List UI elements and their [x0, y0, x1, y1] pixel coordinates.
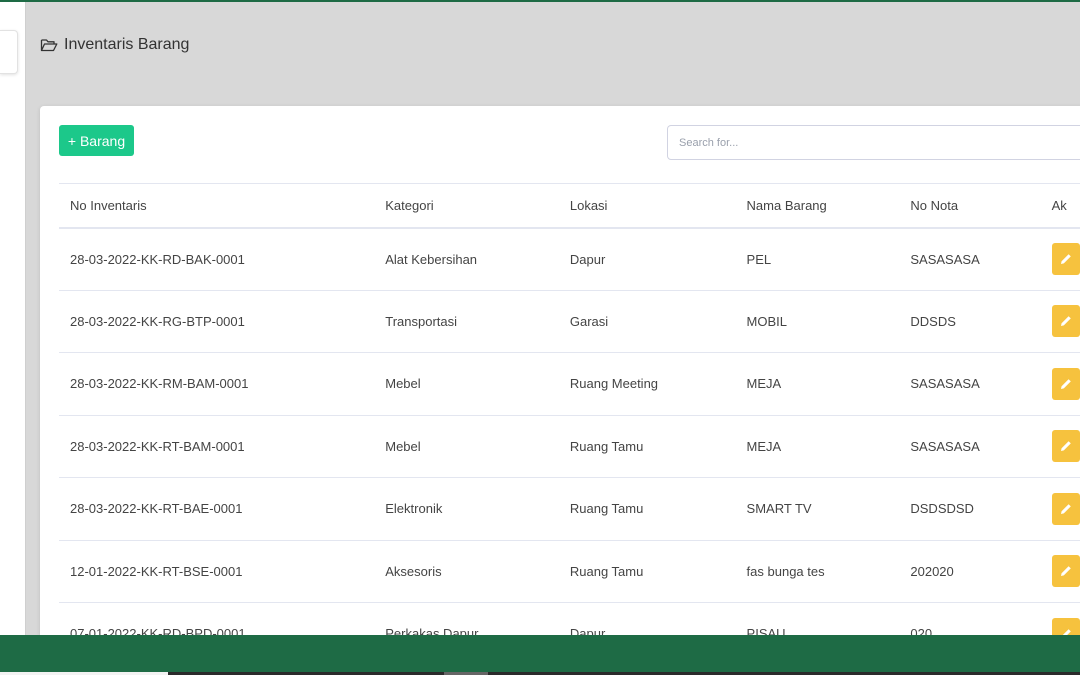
- add-barang-button[interactable]: + Barang: [59, 125, 134, 156]
- cell-lokasi: Ruang Tamu: [569, 563, 644, 579]
- cell-no-inventaris: 28-03-2022-KK-RT-BAE-0001: [70, 501, 243, 517]
- column-header-aksi[interactable]: Ak: [1041, 184, 1080, 228]
- pencil-icon: [1060, 378, 1071, 389]
- inventory-card: + Barang No Inventaris Kategori Lokasi N…: [40, 106, 1080, 646]
- cell-no-inventaris: 28-03-2022-KK-RM-BAM-0001: [70, 376, 249, 392]
- cell-kategori: Transportasi: [385, 313, 458, 329]
- cell-no-nota: 202020: [910, 563, 954, 579]
- footer-bar: [0, 635, 1080, 672]
- cell-aksi: [1041, 540, 1080, 603]
- pencil-icon: [1060, 254, 1071, 264]
- column-header-lokasi[interactable]: Lokasi: [559, 184, 736, 228]
- search-input[interactable]: [667, 125, 1080, 160]
- cell-no-nota: DDSDS: [910, 313, 956, 329]
- cell-aksi: [1041, 478, 1080, 541]
- cell-nama-barang: fas bunga tes: [746, 563, 825, 579]
- top-accent-line: [0, 0, 1080, 2]
- column-header-nama-barang[interactable]: Nama Barang: [736, 184, 900, 228]
- pencil-icon: [1060, 503, 1071, 514]
- edit-button[interactable]: [1051, 243, 1080, 275]
- cell-aksi: [1041, 228, 1080, 291]
- edit-button[interactable]: [1051, 492, 1080, 525]
- cell-kategori: Alat Kebersihan: [385, 251, 478, 267]
- table-row: 28-03-2022-KK-RD-BAK-0001 Alat Kebersihan…: [59, 228, 1080, 291]
- cell-nama-barang: MEJA: [746, 376, 782, 392]
- edit-button[interactable]: [1051, 430, 1080, 463]
- pencil-icon: [1060, 316, 1071, 327]
- cell-aksi: [1041, 290, 1080, 353]
- edit-button[interactable]: [1051, 305, 1080, 338]
- sidebar-toggle[interactable]: [0, 30, 18, 74]
- cell-no-nota: DSDSDSD: [910, 501, 974, 517]
- pencil-icon: [1060, 566, 1071, 577]
- cell-lokasi: Ruang Tamu: [569, 501, 644, 517]
- cell-lokasi: Dapur: [569, 251, 606, 267]
- cell-no-nota: SASASASA: [910, 251, 980, 267]
- cell-no-inventaris: 28-03-2022-KK-RG-BTP-0001: [70, 313, 245, 329]
- cell-lokasi: Ruang Tamu: [569, 438, 644, 454]
- table-row: 28-03-2022-KK-RT-BAM-0001 Mebel Ruang Tamu…: [59, 415, 1080, 478]
- cell-no-nota: SASASASA: [910, 376, 980, 392]
- sidebar: [0, 2, 26, 635]
- cell-kategori: Mebel: [385, 376, 421, 392]
- page-header: Inventaris Barang: [40, 33, 189, 57]
- cell-lokasi: Ruang Meeting: [569, 376, 659, 392]
- cell-lokasi: Garasi: [569, 313, 609, 329]
- cell-no-inventaris: 12-01-2022-KK-RT-BSE-0001: [70, 563, 243, 579]
- cell-aksi: [1041, 415, 1080, 478]
- cell-kategori: Elektronik: [385, 501, 443, 517]
- edit-button[interactable]: [1051, 367, 1080, 400]
- folder-open-icon: [40, 37, 58, 53]
- column-header-no-nota[interactable]: No Nota: [899, 184, 1040, 228]
- table-row: 12-01-2022-KK-RT-BSE-0001 Aksesoris Ruang …: [59, 540, 1080, 603]
- cell-nama-barang: MOBIL: [746, 313, 788, 329]
- cell-no-inventaris: 28-03-2022-KK-RD-BAK-0001: [70, 251, 245, 267]
- cell-no-nota: SASASASA: [910, 438, 980, 454]
- cell-aksi: [1041, 353, 1080, 416]
- edit-button[interactable]: [1051, 555, 1080, 588]
- column-header-no-inventaris[interactable]: No Inventaris: [59, 184, 374, 228]
- cell-no-inventaris: 28-03-2022-KK-RT-BAM-0001: [70, 438, 245, 454]
- table-row: 28-03-2022-KK-RM-BAM-0001 Mebel Ruang Meet…: [59, 353, 1080, 416]
- cell-nama-barang: MEJA: [746, 438, 782, 454]
- cell-kategori: Aksesoris: [385, 563, 442, 579]
- inventory-table: No Inventaris Kategori Lokasi Nama Baran…: [59, 183, 1080, 646]
- cell-nama-barang: SMART TV: [746, 501, 812, 517]
- cell-nama-barang: PEL: [746, 251, 772, 267]
- table-row: 28-03-2022-KK-RG-BTP-0001 Transportasi Gar…: [59, 290, 1080, 353]
- cell-kategori: Mebel: [385, 438, 421, 454]
- column-header-kategori[interactable]: Kategori: [374, 184, 559, 228]
- page-title: Inventaris Barang: [64, 36, 190, 53]
- table-row: 28-03-2022-KK-RT-BAE-0001 Elektronik Ruang…: [59, 478, 1080, 541]
- table-header-row: No Inventaris Kategori Lokasi Nama Baran…: [59, 183, 1080, 228]
- pencil-icon: [1060, 441, 1071, 452]
